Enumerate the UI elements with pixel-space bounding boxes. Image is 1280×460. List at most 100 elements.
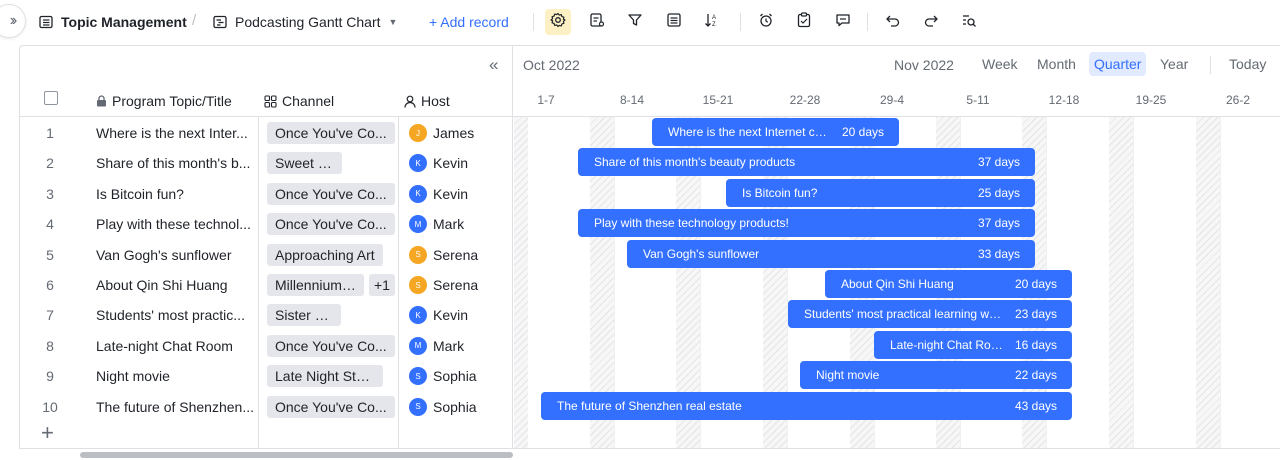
channel-more-tag[interactable]: +1 bbox=[369, 274, 395, 296]
table-row[interactable]: 6 About Qin Shi Huang Millennium ... +1 S Ser… bbox=[20, 270, 513, 300]
view-year-button[interactable]: Year bbox=[1155, 52, 1193, 76]
week-label: 5-11 bbox=[966, 93, 990, 107]
gantt-bar-title: The future of Shenzhen real estate bbox=[557, 398, 742, 413]
view-quarter-button[interactable]: Quarter bbox=[1089, 52, 1147, 76]
topic-title-cell[interactable]: Share of this month's b... bbox=[96, 155, 256, 171]
channel-tag[interactable]: Late Night Story bbox=[267, 365, 383, 388]
table-row[interactable]: 1 Where is the next Inter... Once You've C… bbox=[20, 118, 513, 148]
table-row[interactable]: 9 Night movie Late Night Story S Sophia bbox=[20, 361, 513, 391]
add-record-button[interactable]: + Add record bbox=[429, 0, 509, 44]
undo-button[interactable] bbox=[880, 9, 906, 35]
column-header-channel-label: Channel bbox=[282, 93, 335, 109]
channel-tag[interactable]: Millennium ... bbox=[267, 274, 364, 296]
table-row[interactable]: 4 Play with these technol... Once You've C… bbox=[20, 209, 513, 239]
host-name[interactable]: James bbox=[433, 125, 474, 141]
channel-tag[interactable]: Sister FM bbox=[267, 304, 341, 327]
gantt-bar[interactable]: Night movie 22 days bbox=[800, 361, 1072, 390]
week-label: 1-7 bbox=[537, 93, 555, 107]
avatar: K bbox=[409, 184, 427, 203]
host-name[interactable]: Kevin bbox=[433, 307, 468, 323]
expand-sidebar-button[interactable]: ›› bbox=[0, 4, 26, 38]
host-name[interactable]: Kevin bbox=[433, 155, 468, 171]
column-header-host-label: Host bbox=[421, 93, 450, 109]
topic-title-cell[interactable]: Where is the next Inter... bbox=[96, 125, 256, 141]
channel-tag[interactable]: Once You've Co... bbox=[267, 334, 395, 357]
topic-title-cell[interactable]: Van Gogh's sunflower bbox=[96, 247, 256, 263]
redo-button[interactable] bbox=[918, 9, 944, 35]
add-row-button[interactable]: + bbox=[41, 422, 54, 444]
table-row[interactable]: 7 Students' most practic... Sister FM K Kevi… bbox=[20, 300, 513, 330]
host-name[interactable]: Serena bbox=[433, 247, 478, 263]
host-name[interactable]: Mark bbox=[433, 216, 464, 232]
channel-tag[interactable]: Once You've Co... bbox=[267, 182, 395, 205]
topic-title-cell[interactable]: Students' most practic... bbox=[96, 307, 256, 323]
topic-title-cell[interactable]: The future of Shenzhen... bbox=[96, 399, 256, 415]
group-icon bbox=[666, 12, 682, 33]
topic-title-cell[interactable]: Night movie bbox=[96, 368, 256, 384]
form-button[interactable] bbox=[791, 9, 817, 35]
table-row[interactable]: 5 Van Gogh's sunflower Approaching Art S Ser… bbox=[20, 240, 513, 270]
divider bbox=[867, 13, 868, 31]
channel-tag[interactable]: Once You've Co... bbox=[267, 213, 395, 236]
channel-tag[interactable]: Approaching Art bbox=[267, 243, 383, 266]
gantt-bar[interactable]: Share of this month's beauty products 37 … bbox=[578, 148, 1035, 177]
view-selector[interactable]: Podcasting Gantt Chart ▼ bbox=[212, 0, 397, 44]
sort-button[interactable]: AZ bbox=[699, 9, 725, 35]
gantt-bar[interactable]: Play with these technology products! 37 d… bbox=[578, 209, 1035, 238]
table-tab[interactable]: Topic Management bbox=[38, 0, 187, 44]
gantt-bar[interactable]: The future of Shenzhen real estate 43 day… bbox=[541, 391, 1072, 420]
gantt-bar-duration: 37 days bbox=[977, 155, 1020, 170]
gantt-bar[interactable]: Van Gogh's sunflower 33 days bbox=[627, 239, 1035, 268]
gantt-bar[interactable]: Students' most practical learning web...… bbox=[788, 300, 1072, 329]
search-button[interactable] bbox=[956, 9, 982, 35]
gantt-bar-duration: 22 days bbox=[1014, 368, 1057, 383]
host-name[interactable]: Kevin bbox=[433, 186, 468, 202]
gantt-bar-duration: 25 days bbox=[977, 185, 1020, 200]
avatar: M bbox=[409, 336, 427, 355]
table-row[interactable]: 3 Is Bitcoin fun? Once You've Co... K Kevin bbox=[20, 179, 513, 209]
redo-icon bbox=[923, 12, 939, 33]
avatar: S bbox=[409, 397, 427, 416]
view-week-button[interactable]: Week bbox=[977, 52, 1023, 76]
table-row[interactable]: 10 The future of Shenzhen... Once You've C… bbox=[20, 392, 513, 422]
column-header-host[interactable]: Host bbox=[404, 86, 450, 116]
view-month-button[interactable]: Month bbox=[1032, 52, 1081, 76]
select-all-checkbox[interactable] bbox=[44, 91, 58, 105]
sort-icon: AZ bbox=[704, 12, 720, 33]
column-header-channel[interactable]: Channel bbox=[264, 86, 334, 116]
gantt-bar[interactable]: Where is the next Internet cus... 20 days bbox=[652, 118, 899, 146]
channel-tag[interactable]: Once You've Co... bbox=[267, 395, 395, 418]
settings-button[interactable] bbox=[545, 9, 571, 35]
channel-tag[interactable]: Once You've Co... bbox=[267, 122, 395, 144]
host-name[interactable]: Serena bbox=[433, 277, 478, 293]
week-label: 19-25 bbox=[1135, 93, 1167, 107]
gantt-bar[interactable]: Late-night Chat Room 16 days bbox=[874, 330, 1072, 359]
gantt-bar-title: Night movie bbox=[816, 368, 880, 383]
channel-tag[interactable]: Sweet FM bbox=[267, 152, 342, 175]
today-button[interactable]: Today bbox=[1224, 52, 1271, 76]
topic-title-cell[interactable]: Play with these technol... bbox=[96, 216, 256, 232]
horizontal-scrollbar[interactable] bbox=[80, 452, 513, 458]
filter-button[interactable] bbox=[622, 9, 648, 35]
field-settings-button[interactable] bbox=[584, 9, 610, 35]
gantt-bar-duration: 33 days bbox=[977, 246, 1020, 261]
group-button[interactable] bbox=[661, 9, 687, 35]
gantt-bar[interactable]: Is Bitcoin fun? 25 days bbox=[726, 178, 1035, 207]
topic-title-cell[interactable]: Is Bitcoin fun? bbox=[96, 186, 256, 202]
gantt-bar[interactable]: About Qin Shi Huang 20 days bbox=[825, 270, 1072, 298]
host-name[interactable]: Sophia bbox=[433, 368, 477, 384]
collapse-grid-icon[interactable]: « bbox=[489, 55, 498, 75]
topic-title-cell[interactable]: About Qin Shi Huang bbox=[96, 277, 256, 293]
reminder-button[interactable] bbox=[753, 9, 779, 35]
weekend-shading bbox=[514, 117, 528, 448]
host-name[interactable]: Mark bbox=[433, 338, 464, 354]
table-row[interactable]: 8 Late-night Chat Room Once You've Co... M M… bbox=[20, 331, 513, 361]
comment-button[interactable] bbox=[830, 9, 856, 35]
week-gridline bbox=[1220, 117, 1221, 448]
topic-title-cell[interactable]: Late-night Chat Room bbox=[96, 338, 256, 354]
gantt-bar-title: Where is the next Internet cus... bbox=[668, 125, 830, 139]
column-header-title[interactable]: Program Topic/Title bbox=[96, 86, 232, 116]
host-name[interactable]: Sophia bbox=[433, 399, 477, 415]
caret-down-icon: ▼ bbox=[388, 17, 398, 27]
table-row[interactable]: 2 Share of this month's b... Sweet FM K Kevi… bbox=[20, 148, 513, 178]
